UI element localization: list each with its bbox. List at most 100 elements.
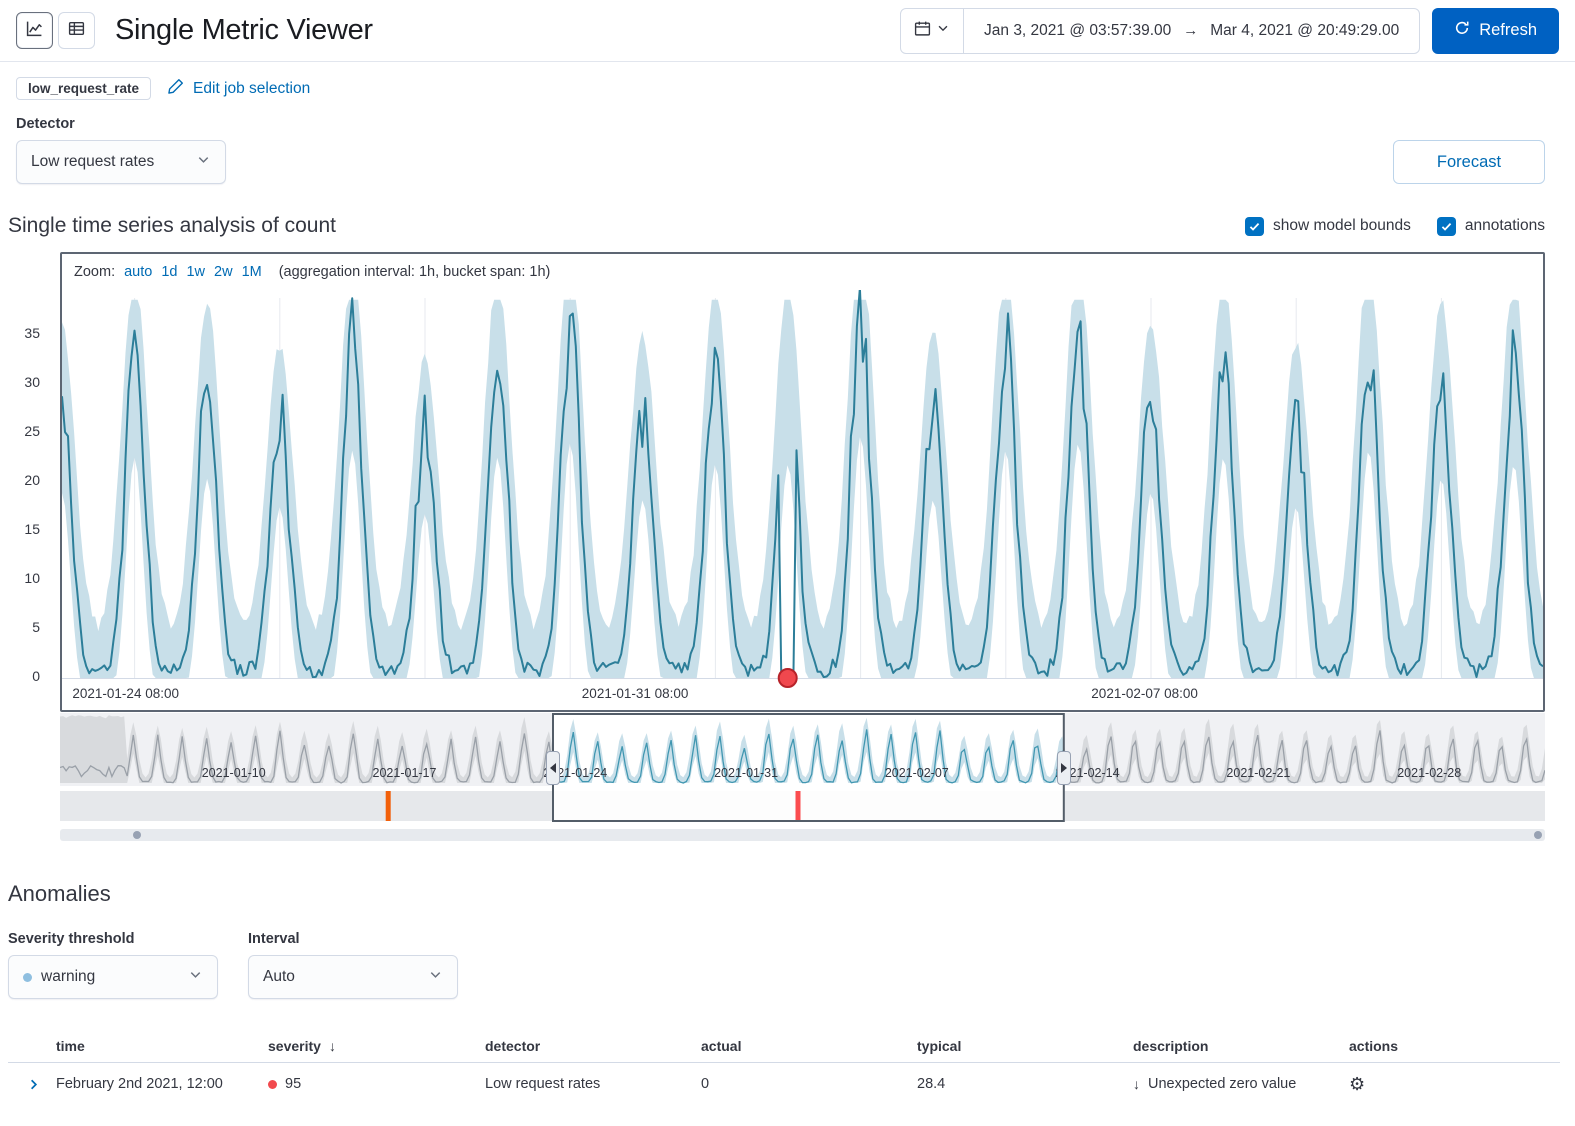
context-axis-label: 2021-01-10	[202, 766, 266, 780]
chevron-down-icon	[196, 152, 211, 172]
zoom-option-1d[interactable]: 1d	[161, 264, 177, 280]
end-date[interactable]: Mar 4, 2021 @ 20:49:29.00	[1210, 22, 1399, 40]
brush-handle-right[interactable]	[1057, 751, 1071, 785]
context-axis-label: 2021-02-07	[885, 766, 949, 780]
severity-threshold-label: Severity threshold	[8, 931, 218, 947]
arrow-right-icon	[1061, 763, 1067, 773]
brush-handle-left[interactable]	[546, 751, 560, 785]
anomaly-time: February 2nd 2021, 12:00	[56, 1076, 268, 1092]
annotations-checkbox[interactable]: annotations	[1437, 217, 1545, 236]
anomalies-title: Anomalies	[8, 881, 1559, 907]
anomaly-dot[interactable]	[779, 669, 797, 687]
anomaly-swimlane-selected[interactable]	[553, 791, 1064, 821]
date-range-picker[interactable]: Jan 3, 2021 @ 03:57:39.00 → Mar 4, 2021 …	[900, 8, 1420, 54]
context-axis-label: 2021-02-28	[1397, 766, 1461, 780]
table-view-button[interactable]	[58, 12, 95, 49]
scrollbar-handle-right[interactable]	[1534, 831, 1542, 839]
zoom-option-auto[interactable]: auto	[124, 264, 152, 280]
column-header-time[interactable]: time	[56, 1038, 268, 1054]
context-chart-area: 2021-01-102021-01-172021-01-242021-01-31…	[60, 713, 1545, 823]
job-selection-row: low_request_rate Edit job selection	[0, 62, 1575, 104]
zoom-controls: Zoom: auto 1d 1w 2w 1M (aggregation inte…	[62, 254, 1543, 290]
column-header-detector[interactable]: detector	[485, 1038, 701, 1054]
chevron-down-icon	[428, 967, 443, 987]
context-axis-label: 2021-01-17	[373, 766, 437, 780]
y-axis-label: 10	[2, 570, 54, 586]
main-chart-box: Zoom: auto 1d 1w 2w 1M (aggregation inte…	[60, 252, 1545, 712]
column-header-actions: actions	[1349, 1038, 1560, 1054]
zoom-option-2w[interactable]: 2w	[214, 264, 233, 280]
expand-row-button[interactable]	[26, 1077, 41, 1092]
anomalies-table: time severity↓ detector actual typical d…	[8, 1029, 1560, 1105]
chevron-down-icon	[188, 967, 203, 987]
date-range-arrow-icon: →	[1183, 22, 1198, 39]
anomaly-detector: Low request rates	[485, 1076, 701, 1092]
line-chart-icon	[26, 20, 43, 42]
row-actions-gear-button[interactable]: ⚙	[1349, 1075, 1365, 1093]
anomaly-severity: 95	[268, 1076, 485, 1092]
context-chart[interactable]: 2021-01-102021-01-172021-01-242021-01-31…	[60, 713, 1545, 823]
critical-severity-dot	[268, 1080, 277, 1089]
detector-section: Detector Low request rates Forecast	[0, 104, 1575, 184]
chart-scrollbar[interactable]	[60, 829, 1545, 841]
y-axis-label: 0	[2, 668, 54, 684]
anomalies-section: Anomalies Severity threshold warning Int…	[0, 841, 1575, 1105]
column-header-description[interactable]: description	[1133, 1038, 1349, 1054]
column-header-actual[interactable]: actual	[701, 1038, 917, 1054]
job-badge[interactable]: low_request_rate	[16, 77, 151, 100]
checkbox-checked-icon	[1245, 217, 1264, 236]
calendar-icon	[914, 20, 931, 42]
anomaly-table-row: February 2nd 2021, 12:00 95 Low request …	[8, 1063, 1560, 1105]
x-axis-label: 2021-01-31 08:00	[582, 686, 689, 701]
checkbox-checked-icon	[1437, 217, 1456, 236]
swimlane-major-marker[interactable]	[386, 791, 391, 821]
view-toggle-group	[16, 12, 95, 49]
refresh-icon	[1454, 20, 1470, 41]
y-axis-label: 15	[2, 521, 54, 537]
anomaly-typical: 28.4	[917, 1076, 1133, 1092]
start-date[interactable]: Jan 3, 2021 @ 03:57:39.00	[984, 22, 1171, 40]
sort-descending-icon: ↓	[329, 1038, 336, 1054]
severity-threshold-select[interactable]: warning	[8, 955, 218, 999]
column-header-typical[interactable]: typical	[917, 1038, 1133, 1054]
y-axis-label: 35	[2, 325, 54, 341]
chart-view-button[interactable]	[16, 12, 53, 49]
y-axis-label: 30	[2, 374, 54, 390]
pencil-icon	[167, 78, 184, 100]
arrow-left-icon	[550, 763, 556, 773]
aggregation-info: (aggregation interval: 1h, bucket span: …	[279, 264, 551, 280]
refresh-label: Refresh	[1479, 21, 1537, 40]
x-axis-tick-labels: 2021-01-24 08:002021-01-31 08:002021-02-…	[72, 686, 1197, 701]
zoom-label: Zoom:	[74, 264, 115, 280]
gear-icon: ⚙	[1349, 1074, 1365, 1094]
show-model-bounds-checkbox[interactable]: show model bounds	[1245, 217, 1411, 236]
anomalies-table-header: time severity↓ detector actual typical d…	[8, 1029, 1560, 1063]
y-axis-label: 5	[2, 619, 54, 635]
x-axis-label: 2021-02-07 08:00	[1091, 686, 1198, 701]
y-axis-label: 25	[2, 423, 54, 439]
page-title: Single Metric Viewer	[115, 14, 373, 47]
refresh-button[interactable]: Refresh	[1432, 8, 1559, 54]
detector-label: Detector	[16, 116, 226, 132]
series-title: Single time series analysis of count	[8, 214, 336, 238]
context-axis-label: 2021-01-31	[714, 766, 778, 780]
swimlane-critical-marker[interactable]	[796, 791, 801, 821]
edit-job-selection-link[interactable]: Edit job selection	[167, 78, 310, 100]
scrollbar-handle-left[interactable]	[133, 831, 141, 839]
y-axis-label: 20	[2, 472, 54, 488]
arrow-down-icon: ↓	[1133, 1076, 1140, 1092]
column-header-severity[interactable]: severity↓	[268, 1038, 485, 1054]
context-axis-label: 2021-02-21	[1226, 766, 1290, 780]
datepicker-quick-select[interactable]	[901, 9, 964, 53]
detector-select[interactable]: Low request rates	[16, 140, 226, 184]
interval-select[interactable]: Auto	[248, 955, 458, 999]
chevron-right-icon	[26, 1077, 41, 1092]
anomaly-description: ↓Unexpected zero value	[1133, 1076, 1349, 1092]
anomaly-actual: 0	[701, 1076, 917, 1092]
interval-label: Interval	[248, 931, 458, 947]
zoom-option-1w[interactable]: 1w	[186, 264, 205, 280]
zoom-option-1M[interactable]: 1M	[242, 264, 262, 280]
time-series-chart-area: 05101520253035 Zoom: auto 1d 1w 2w 1M (a…	[60, 252, 1545, 841]
main-time-series-chart[interactable]: 2021-01-24 08:002021-01-31 08:002021-02-…	[62, 290, 1543, 710]
forecast-button[interactable]: Forecast	[1393, 140, 1545, 184]
